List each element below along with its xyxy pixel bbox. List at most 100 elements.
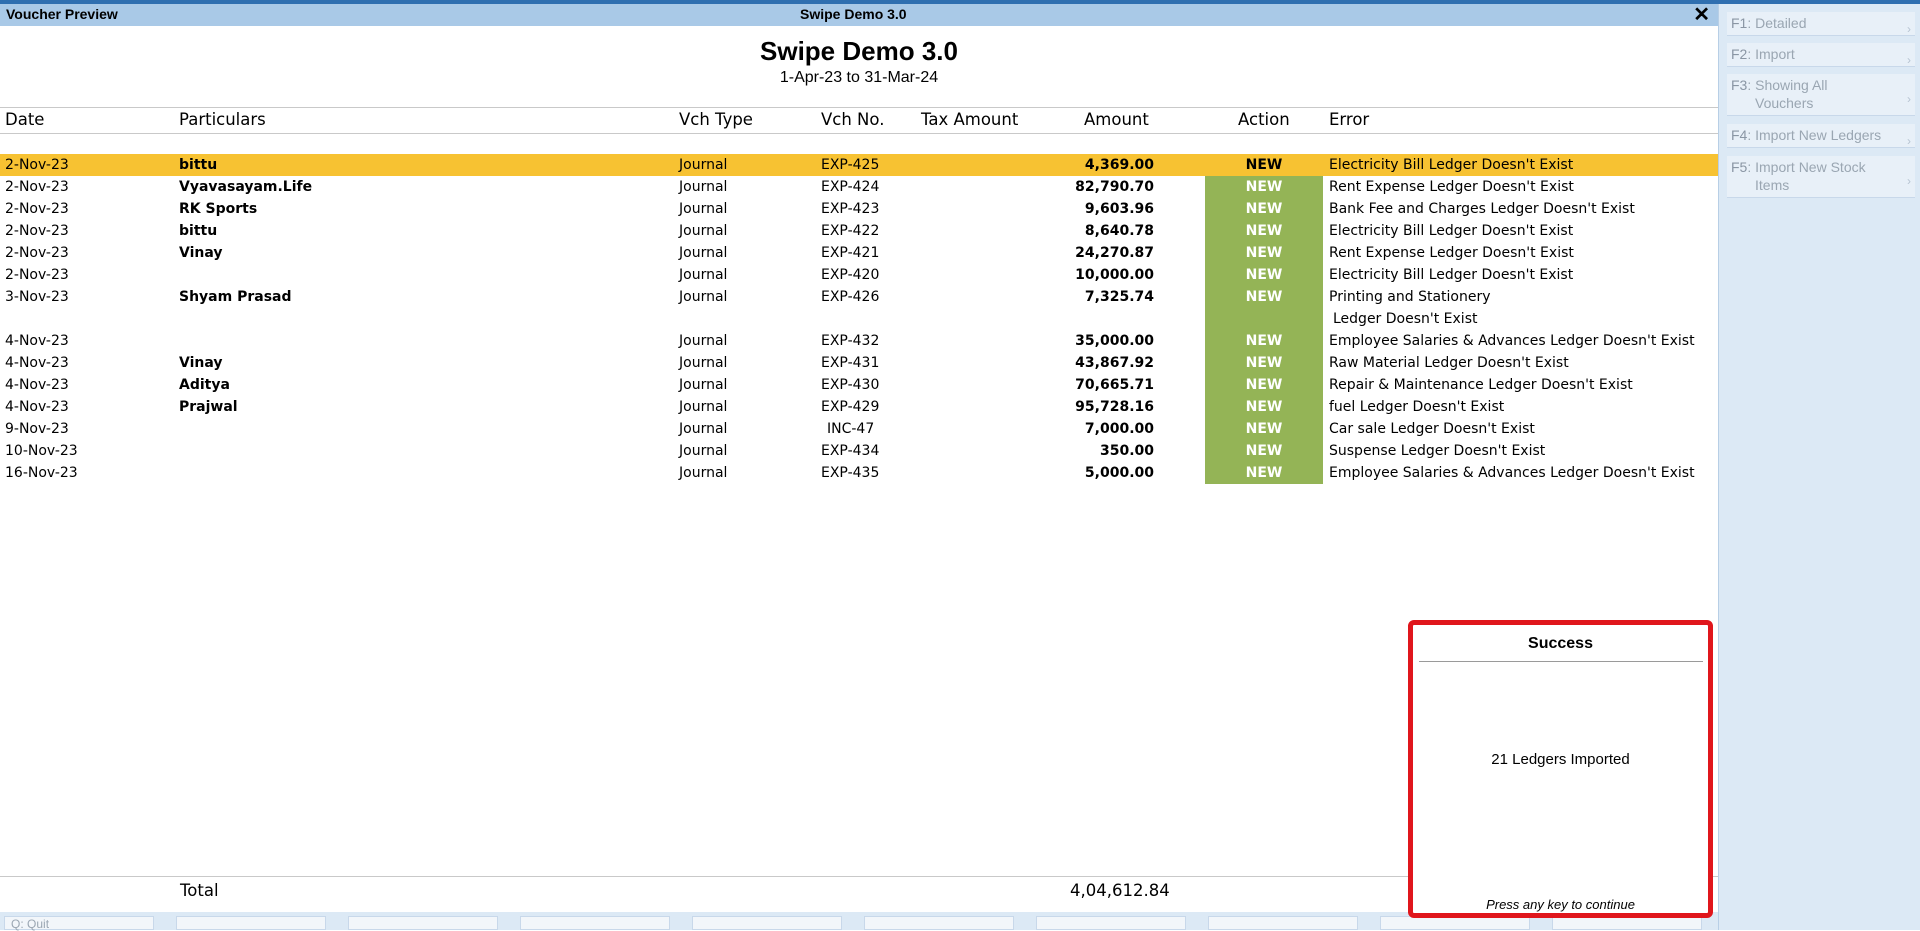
table-row[interactable]: 9-Nov-23 Journal INC-47 7,000.00 NEW Car…: [0, 418, 1718, 440]
quit-label: Quit: [27, 917, 50, 931]
bottom-button-empty[interactable]: [176, 916, 326, 930]
cell-action-badge: NEW: [1205, 154, 1323, 176]
f3-label-line2: Vouchers: [1755, 95, 1814, 111]
col-action: Action: [1238, 110, 1290, 129]
cell-action-badge: NEW: [1205, 462, 1323, 484]
cell-error: Printing and Stationery: [1329, 289, 1491, 305]
f2-import-button[interactable]: F2: Import ›: [1727, 43, 1915, 67]
f3-key: F3: [1731, 77, 1748, 93]
table-row[interactable]: 10-Nov-23 Journal EXP-434 350.00 NEW Sus…: [0, 440, 1718, 462]
f1-label: Detailed: [1755, 15, 1807, 31]
cell-particulars: RK Sports: [179, 201, 258, 217]
f5-label: Import New Stock: [1755, 159, 1866, 175]
cell-error: Suspense Ledger Doesn't Exist: [1329, 443, 1546, 459]
cell-error: Bank Fee and Charges Ledger Doesn't Exis…: [1329, 201, 1635, 217]
cell-date: 9-Nov-23: [5, 421, 69, 437]
cell-action-badge: NEW: [1205, 264, 1323, 286]
total-label: Total: [180, 881, 219, 900]
cell-error-continuation: Ledger Doesn't Exist: [1333, 311, 1478, 327]
cell-action-badge: NEW: [1205, 286, 1323, 330]
cell-vch-no: EXP-421: [821, 245, 880, 261]
table-row[interactable]: 2-Nov-23 RK Sports Journal EXP-423 9,603…: [0, 198, 1718, 220]
cell-particulars: Vinay: [179, 245, 223, 261]
cell-vch-type: Journal: [679, 245, 728, 261]
f4-import-new-ledgers-button[interactable]: F4: Import New Ledgers ›: [1727, 124, 1915, 148]
cell-date: 4-Nov-23: [5, 333, 69, 349]
cell-particulars: Aditya: [179, 377, 230, 393]
cell-particulars: Vinay: [179, 355, 223, 371]
close-icon[interactable]: ✕: [1693, 2, 1710, 27]
cell-action-badge: NEW: [1205, 396, 1323, 418]
f2-label: Import: [1755, 46, 1795, 62]
table-row[interactable]: 16-Nov-23 Journal EXP-435 5,000.00 NEW E…: [0, 462, 1718, 484]
cell-error: Electricity Bill Ledger Doesn't Exist: [1329, 267, 1574, 283]
cell-amount: 8,640.78: [1084, 223, 1154, 239]
col-vch-no: Vch No.: [821, 110, 885, 129]
cell-vch-type: Journal: [679, 443, 728, 459]
bottom-button-empty[interactable]: [520, 916, 670, 930]
bottom-button-empty[interactable]: [348, 916, 498, 930]
bottom-button-empty[interactable]: [864, 916, 1014, 930]
cell-action-badge: NEW: [1205, 440, 1323, 462]
cell-error: Raw Material Ledger Doesn't Exist: [1329, 355, 1569, 371]
title-bar: Voucher Preview Swipe Demo 3.0 ✕: [0, 4, 1718, 26]
cell-date: 4-Nov-23: [5, 399, 69, 415]
cell-vch-no: EXP-432: [821, 333, 880, 349]
quit-key: Q: [11, 917, 21, 931]
bottom-button-empty[interactable]: [1208, 916, 1358, 930]
success-dialog[interactable]: Success 21 Ledgers Imported Press any ke…: [1408, 620, 1713, 918]
table-row[interactable]: 2-Nov-23 Vinay Journal EXP-421 24,270.87…: [0, 242, 1718, 264]
table-row[interactable]: 4-Nov-23 Prajwal Journal EXP-429 95,728.…: [0, 396, 1718, 418]
table-row[interactable]: 4-Nov-23 Vinay Journal EXP-431 43,867.92…: [0, 352, 1718, 374]
bottom-button-empty[interactable]: [1036, 916, 1186, 930]
cell-vch-type: Journal: [679, 267, 728, 283]
table-row[interactable]: 2-Nov-23 bittu Journal EXP-425 4,369.00 …: [0, 154, 1718, 176]
cell-error: Employee Salaries & Advances Ledger Does…: [1329, 333, 1695, 349]
cell-amount: 10,000.00: [1075, 267, 1154, 283]
bottom-button-empty[interactable]: [1380, 916, 1530, 930]
cell-date: 2-Nov-23: [5, 245, 69, 261]
cell-vch-type: Journal: [679, 223, 728, 239]
cell-vch-no: EXP-435: [821, 465, 880, 481]
dialog-title: Success: [1528, 635, 1593, 652]
f3-showing-all-button[interactable]: F3: Showing All Vouchers ›: [1727, 74, 1915, 116]
cell-vch-no: EXP-423: [821, 201, 880, 217]
cell-error: Rent Expense Ledger Doesn't Exist: [1329, 245, 1574, 261]
cell-vch-type: Journal: [679, 289, 728, 305]
table-row[interactable]: 2-Nov-23 Journal EXP-420 10,000.00 NEW E…: [0, 264, 1718, 286]
cell-date: 4-Nov-23: [5, 377, 69, 393]
bottom-button-empty[interactable]: [692, 916, 842, 930]
total-value: 4,04,612.84: [1070, 881, 1170, 900]
cell-amount: 5,000.00: [1084, 465, 1154, 481]
table-row[interactable]: 3-Nov-23 Shyam Prasad Journal EXP-426 7,…: [0, 286, 1718, 330]
cell-vch-type: Journal: [679, 201, 728, 217]
col-tax-amount: Tax Amount: [921, 110, 1019, 129]
f5-label-line2: Items: [1755, 177, 1790, 193]
table-row[interactable]: 2-Nov-23 Vyavasayam.Life Journal EXP-424…: [0, 176, 1718, 198]
cell-particulars: Shyam Prasad: [179, 289, 292, 305]
cell-vch-type: Journal: [679, 399, 728, 415]
cell-action-badge: NEW: [1205, 198, 1323, 220]
f1-detailed-button[interactable]: F1: Detailed ›: [1727, 12, 1915, 36]
cell-error: fuel Ledger Doesn't Exist: [1329, 399, 1505, 415]
chevron-right-icon: ›: [1907, 92, 1911, 106]
cell-action-badge: NEW: [1205, 176, 1323, 198]
quit-button[interactable]: Q: Quit: [4, 916, 154, 931]
table-row[interactable]: 4-Nov-23 Journal EXP-432 35,000.00 NEW E…: [0, 330, 1718, 352]
cell-amount: 82,790.70: [1075, 179, 1154, 195]
table-row[interactable]: 2-Nov-23 bittu Journal EXP-422 8,640.78 …: [0, 220, 1718, 242]
cell-date: 2-Nov-23: [5, 201, 69, 217]
table-row[interactable]: 4-Nov-23 Aditya Journal EXP-430 70,665.7…: [0, 374, 1718, 396]
chevron-right-icon: ›: [1907, 53, 1911, 67]
cell-vch-no: EXP-434: [821, 443, 880, 459]
chevron-right-icon: ›: [1907, 22, 1911, 36]
f5-key: F5: [1731, 159, 1748, 175]
cell-date: 10-Nov-23: [5, 443, 78, 459]
cell-date: 2-Nov-23: [5, 267, 69, 283]
cell-vch-no: EXP-425: [821, 157, 880, 173]
cell-error: Rent Expense Ledger Doesn't Exist: [1329, 179, 1574, 195]
cell-vch-no: INC-47: [827, 421, 875, 437]
f5-import-new-stock-button[interactable]: F5: Import New Stock Items ›: [1727, 156, 1915, 198]
bottom-button-empty[interactable]: [1552, 916, 1702, 930]
cell-vch-type: Journal: [679, 377, 728, 393]
